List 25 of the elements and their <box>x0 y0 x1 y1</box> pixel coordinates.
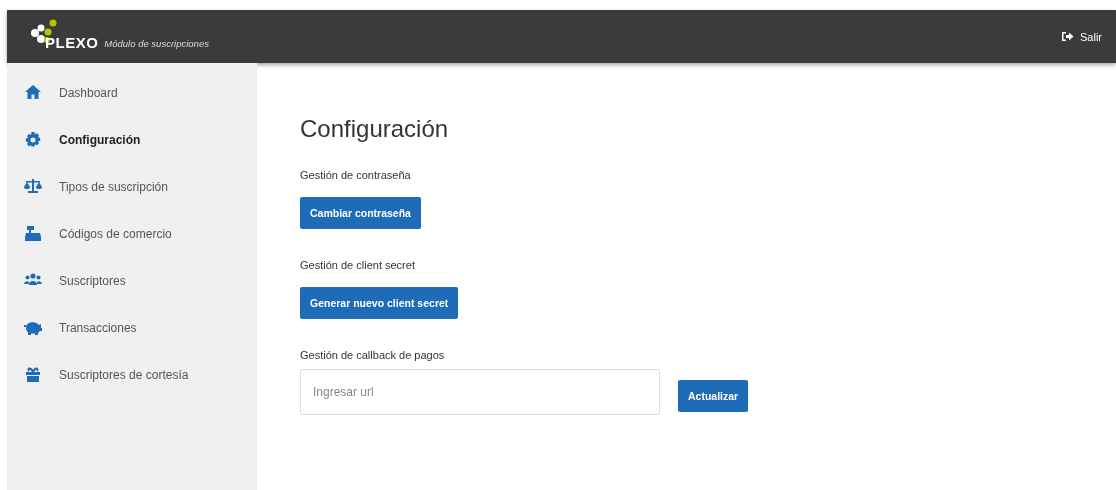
action-button[interactable]: Cambiar contraseña <box>300 197 421 229</box>
sidebar-item[interactable]: Configuración <box>7 116 257 163</box>
section-heading: Gestión de callback de pagos <box>300 349 446 361</box>
cash-register-icon <box>24 225 42 242</box>
sidebar-item[interactable]: Suscriptores de cortesía <box>7 351 257 398</box>
update-button[interactable]: Actualizar <box>678 380 749 412</box>
logout-link[interactable]: Salir <box>1061 30 1102 43</box>
action-button[interactable]: Generar nuevo client secret <box>300 287 459 319</box>
sidebar-item[interactable]: Transacciones <box>7 304 257 351</box>
sidebar-item[interactable]: Códigos de comercio <box>7 210 257 257</box>
sidebar-item[interactable]: Dashboard <box>7 69 257 116</box>
sidebar-item[interactable]: Suscriptores <box>7 257 257 304</box>
app-subtitle: Módulo de suscripciones <box>104 37 209 49</box>
section-heading: Gestión de contraseña <box>300 169 412 181</box>
section-heading: Gestión de client secret <box>300 259 416 271</box>
url-input[interactable]: Ingresar url <box>300 369 660 415</box>
home-icon <box>24 84 42 101</box>
gift-icon <box>24 366 42 383</box>
page-title: Configuración <box>300 115 450 143</box>
piggy-bank-icon <box>24 319 42 336</box>
logout-icon <box>1061 31 1074 42</box>
brand-name: PLEXO <box>45 33 99 51</box>
scale-icon <box>24 178 42 195</box>
gear-icon <box>24 131 42 148</box>
sidebar-item[interactable]: Tipos de suscripción <box>7 163 257 210</box>
